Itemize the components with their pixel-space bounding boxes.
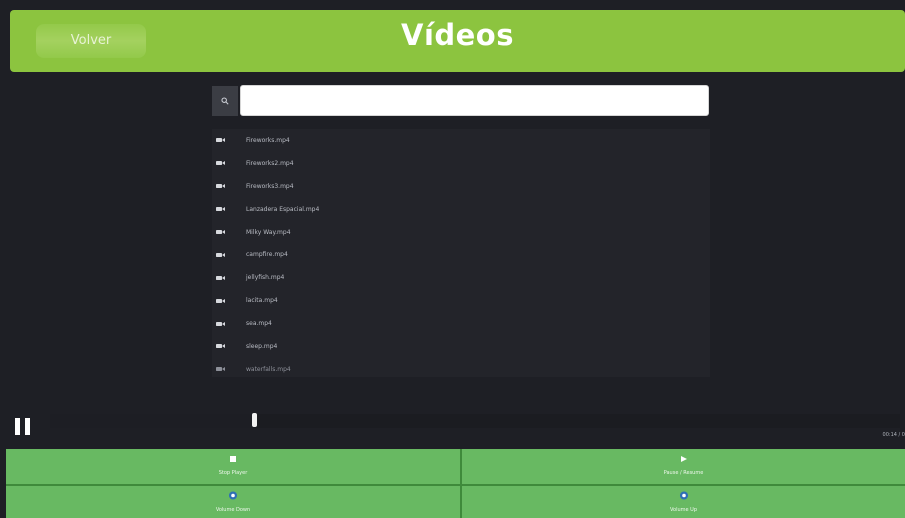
volume-down-button[interactable]: Volume Down [6,486,460,518]
list-item[interactable]: Fireworks.mp4 [212,129,710,152]
search-input[interactable] [240,85,709,116]
player-controls: Stop Player Pause / Resume Volume Down V… [6,449,905,518]
volume-down-icon [228,491,238,500]
video-file-icon [216,229,225,235]
pause-resume-label: Pause / Resume [663,470,704,476]
video-player-screen: Volver Vídeos Fireworks.mp4 Fireworks2.mp… [0,0,905,518]
video-file-icon [216,366,225,372]
file-name: Milky Way.mp4 [246,228,291,236]
file-name: sea.mp4 [246,320,272,328]
search-icon[interactable] [212,86,238,116]
file-name: sleep.mp4 [246,342,278,350]
list-item[interactable]: Fireworks2.mp4 [212,152,710,175]
progress-thumb[interactable] [252,413,257,427]
progress-fill [50,414,254,428]
file-name: waterfalls.mp4 [246,365,291,373]
stop-icon [230,456,236,462]
list-item[interactable]: Lanzadera Espacial.mp4 [212,198,710,221]
header-bar: Volver Vídeos [10,10,905,72]
stop-player-button[interactable]: Stop Player [6,449,460,484]
video-file-icon [216,137,225,143]
video-file-icon [216,275,225,281]
video-file-icon [216,252,225,258]
list-item[interactable]: sleep.mp4 [212,335,710,358]
video-file-icon [216,321,225,327]
list-item[interactable]: Milky Way.mp4 [212,221,710,244]
file-name: Fireworks3.mp4 [246,182,294,190]
video-file-icon [216,160,225,166]
list-item[interactable]: sea.mp4 [212,312,710,335]
file-name: jellyfish.mp4 [246,274,285,282]
play-icon [680,456,687,462]
progress-bar[interactable] [50,413,900,428]
pause-icon[interactable] [12,416,34,438]
file-name: Fireworks2.mp4 [246,159,294,167]
stop-player-label: Stop Player [218,470,248,476]
list-item[interactable]: campfire.mp4 [212,243,710,266]
list-item[interactable]: jellyfish.mp4 [212,266,710,289]
video-file-icon [216,183,225,189]
video-file-icon [216,343,225,349]
page-title: Vídeos [401,18,514,52]
video-file-icon [216,206,225,212]
volume-down-label: Volume Down [215,507,251,513]
list-item[interactable]: lacita.mp4 [212,289,710,312]
volume-up-button[interactable]: Volume Up [462,486,905,518]
video-file-icon [216,298,225,304]
file-name: Lanzadera Espacial.mp4 [246,205,320,213]
file-name: campfire.mp4 [246,251,288,259]
file-name: Fireworks.mp4 [246,136,290,144]
file-name: lacita.mp4 [246,297,278,305]
time-label: 00:14 / 0 [882,432,905,438]
video-file-list[interactable]: Fireworks.mp4 Fireworks2.mp4 Fireworks3.mp… [212,129,710,377]
list-item[interactable]: Fireworks3.mp4 [212,175,710,198]
list-item[interactable]: waterfalls.mp4 [212,358,710,381]
volume-up-label: Volume Up [669,507,698,513]
volume-up-icon [679,491,688,500]
pause-resume-button[interactable]: Pause / Resume [462,449,905,484]
